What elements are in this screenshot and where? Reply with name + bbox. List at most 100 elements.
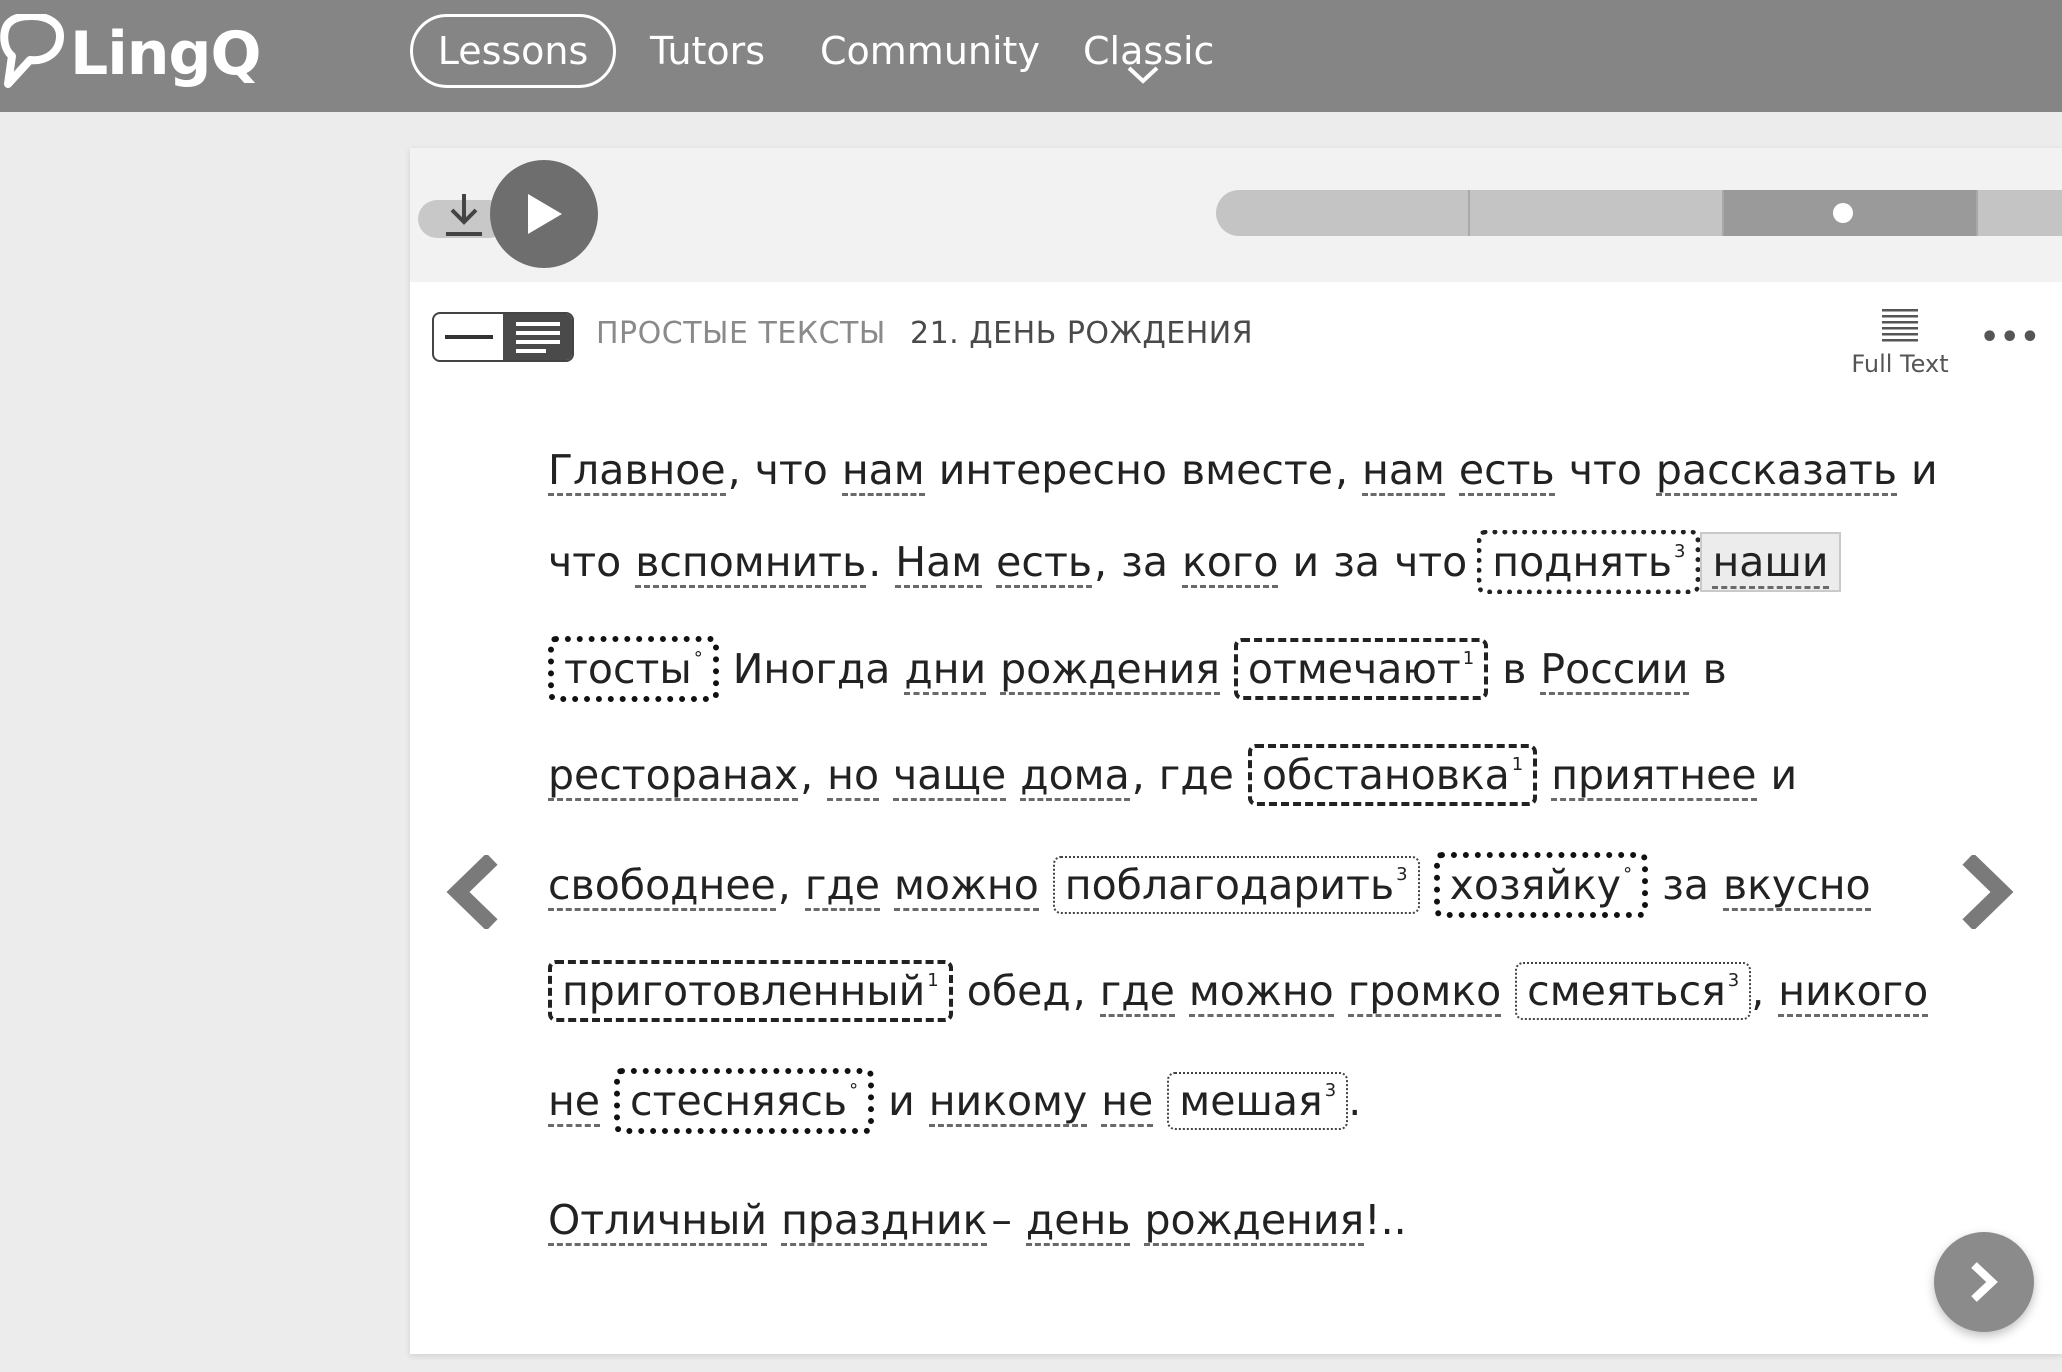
word[interactable]: где: [1099, 968, 1175, 1017]
word[interactable]: Иногда: [733, 639, 891, 699]
full-text-button[interactable]: Full Text: [1830, 308, 1970, 378]
word-text: поблагодарить: [1064, 861, 1395, 909]
more-options-button[interactable]: •••: [1980, 320, 2041, 355]
word[interactable]: никому: [928, 1078, 1088, 1127]
word[interactable]: что: [548, 532, 621, 592]
word-text: обстановка: [1261, 751, 1510, 799]
sentence-view-option[interactable]: [434, 314, 503, 360]
lingq-logo[interactable]: LingQ: [0, 6, 261, 102]
text-line: свободнее, где можно поблагодарить 3 хозяйку °…: [548, 852, 1885, 918]
punctuation: ,: [800, 751, 814, 799]
word[interactable]: Главное: [548, 447, 726, 496]
course-title[interactable]: ПРОСТЫЕ ТЕКСТЫ: [596, 316, 886, 351]
word[interactable]: день: [1025, 1197, 1131, 1246]
word[interactable]: и: [1911, 440, 1938, 500]
word[interactable]: есть: [996, 539, 1092, 588]
status-level: 3: [1324, 1080, 1337, 1101]
chevron-left-icon[interactable]: [446, 855, 502, 929]
lingq-word-level-3[interactable]: мешая 3: [1167, 1072, 1349, 1130]
progress-indicator: [1833, 203, 1853, 223]
word[interactable]: Нам: [895, 539, 983, 588]
word[interactable]: рождения: [1000, 646, 1220, 695]
word[interactable]: России: [1540, 646, 1689, 695]
punctuation: ,: [1072, 967, 1086, 1015]
view-mode-toggle[interactable]: [432, 312, 574, 362]
word[interactable]: обед: [967, 961, 1071, 1021]
lingq-word-level-3[interactable]: смеяться 3: [1515, 962, 1752, 1020]
punctuation: ,: [1334, 446, 1349, 494]
punctuation: ,: [1131, 751, 1145, 799]
word[interactable]: где: [804, 862, 880, 911]
word[interactable]: громко: [1347, 968, 1502, 1017]
progress-segment: [1470, 190, 1724, 236]
word[interactable]: приятнее: [1551, 752, 1757, 801]
word[interactable]: что: [1569, 440, 1642, 500]
punctuation: ,: [777, 861, 791, 909]
paragraph-icon: [515, 322, 560, 353]
word[interactable]: есть: [1458, 447, 1555, 496]
word[interactable]: но: [827, 752, 880, 801]
lingq-word-level-1[interactable]: отмечают 1: [1233, 638, 1489, 700]
word[interactable]: никого: [1778, 968, 1929, 1017]
full-text-label: Full Text: [1851, 350, 1949, 378]
lesson-progress-bar[interactable]: [1216, 190, 2062, 236]
word[interactable]: за: [1662, 855, 1709, 915]
word[interactable]: дома: [1020, 752, 1130, 801]
status-level: °: [693, 648, 703, 669]
word[interactable]: свободнее: [548, 862, 776, 911]
page-view-option[interactable]: [503, 314, 572, 360]
chevron-down-icon[interactable]: [1126, 64, 1160, 86]
word-text: отмечают: [1247, 645, 1461, 693]
nav-community[interactable]: Community: [820, 14, 1040, 88]
word-text: приготовленный: [562, 967, 926, 1015]
word[interactable]: и: [1771, 745, 1798, 805]
punctuation: ,: [727, 446, 741, 494]
status-level: 1: [927, 970, 939, 991]
word[interactable]: и: [1292, 532, 1319, 592]
play-button[interactable]: [490, 160, 598, 268]
lingq-word-level-1[interactable]: обстановка 1: [1247, 744, 1538, 806]
text-line: что вспомнить. Нам есть, за кого и за что поднять…: [548, 530, 1855, 594]
next-page-button[interactable]: [1934, 1232, 2034, 1332]
lingq-word-new[interactable]: стесняясь °: [614, 1068, 875, 1134]
word[interactable]: за: [1121, 532, 1168, 592]
word[interactable]: не: [548, 1078, 601, 1127]
word[interactable]: и: [888, 1071, 915, 1131]
chevron-right-icon[interactable]: [1958, 855, 2014, 929]
nav-lessons[interactable]: Lessons: [410, 14, 616, 88]
word[interactable]: вкусно: [1723, 862, 1871, 911]
word[interactable]: в: [1502, 639, 1526, 699]
word[interactable]: рассказать: [1655, 447, 1898, 496]
word[interactable]: чаще: [893, 752, 1007, 801]
text-line: тосты ° Иногда дни рождения отмечают 1 в России в: [548, 636, 1741, 702]
lingq-word-selected[interactable]: поднять 3: [1477, 530, 1701, 594]
nav-tutors[interactable]: Tutors: [650, 14, 765, 88]
lingq-word-level-1[interactable]: приготовленный 1: [548, 960, 953, 1022]
lingq-word-level-3[interactable]: поблагодарить 3: [1052, 856, 1420, 914]
word[interactable]: праздник: [781, 1197, 988, 1246]
word[interactable]: в: [1703, 639, 1727, 699]
download-icon[interactable]: [442, 190, 486, 240]
word[interactable]: нам: [841, 447, 925, 496]
word[interactable]: можно: [893, 862, 1039, 911]
word[interactable]: можно: [1188, 968, 1334, 1017]
word[interactable]: рождения: [1144, 1197, 1365, 1246]
word[interactable]: что: [755, 440, 828, 500]
word[interactable]: где: [1159, 745, 1234, 805]
word[interactable]: дни: [904, 646, 987, 695]
chevron-right-icon: [1971, 1262, 1998, 1302]
word-highlighted[interactable]: наши: [1700, 532, 1841, 592]
progress-segment: [1216, 190, 1470, 236]
word[interactable]: интересно: [939, 440, 1167, 500]
word[interactable]: Отличный: [548, 1197, 768, 1246]
word[interactable]: кого: [1181, 539, 1279, 588]
word[interactable]: вспомнить: [635, 539, 867, 588]
word[interactable]: нам: [1362, 447, 1445, 496]
word[interactable]: не: [1101, 1078, 1154, 1127]
word[interactable]: вместе: [1181, 440, 1333, 500]
lingq-word-new[interactable]: хозяйку °: [1433, 852, 1649, 918]
lingq-word-new[interactable]: тосты °: [548, 636, 719, 702]
word[interactable]: ресторанах: [548, 752, 799, 801]
word[interactable]: что: [1394, 532, 1467, 592]
word[interactable]: за: [1333, 532, 1380, 592]
